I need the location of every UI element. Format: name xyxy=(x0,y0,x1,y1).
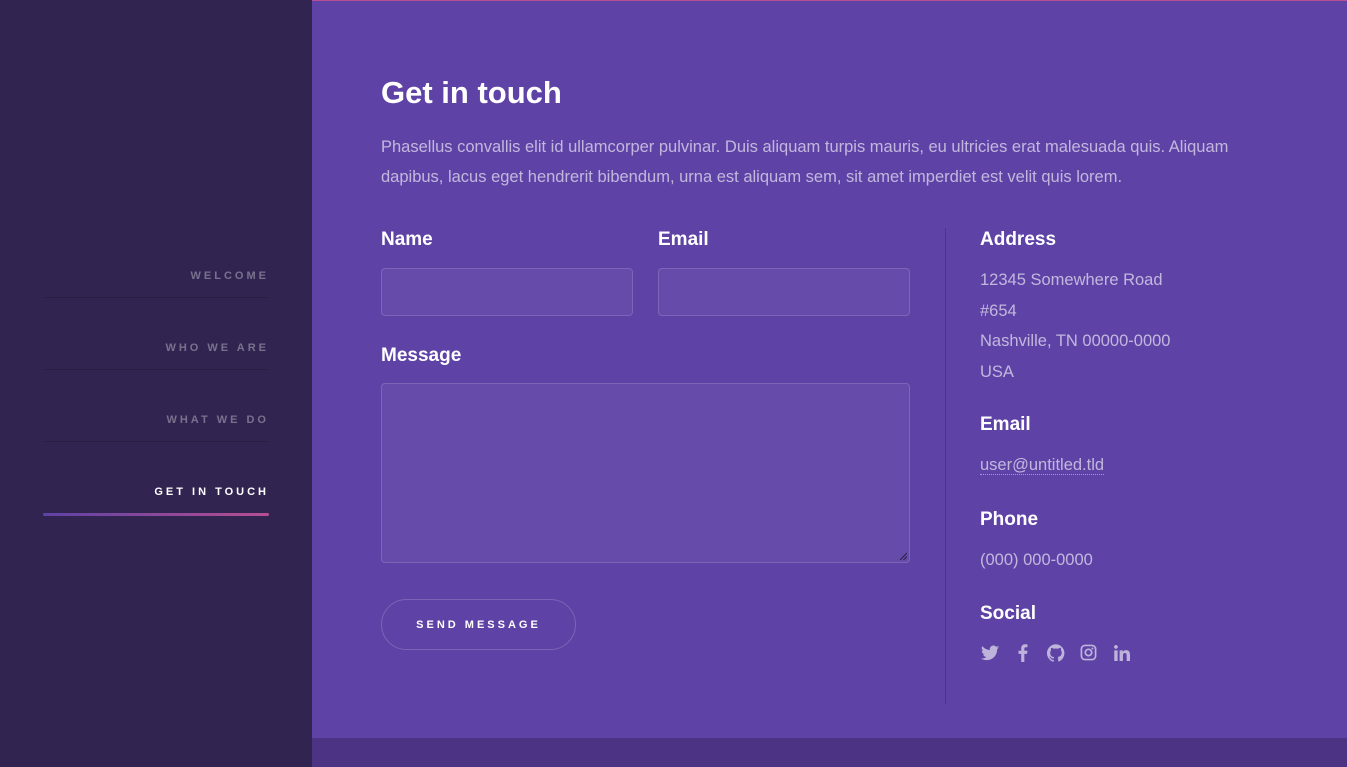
email-link[interactable]: user@untitled.tld xyxy=(980,456,1105,475)
address-line: USA xyxy=(980,362,1014,381)
nav-item-label[interactable]: Get in touch xyxy=(154,486,269,498)
resize-grip-icon[interactable] xyxy=(899,552,907,560)
footer xyxy=(312,738,1347,767)
nav-item-label[interactable]: What we do xyxy=(166,414,269,426)
instagram-icon[interactable] xyxy=(1079,643,1098,662)
address-line: #654 xyxy=(980,301,1017,320)
address-line: 12345 Somewhere Road xyxy=(980,271,1163,289)
twitter-icon[interactable] xyxy=(980,643,999,662)
nav-item-what-we-do[interactable]: What we do xyxy=(43,393,269,465)
nav-active-indicator xyxy=(43,513,269,516)
send-message-button[interactable]: Send Message xyxy=(381,599,576,650)
sidebar-nav: Welcome Who we are What we do Get in tou… xyxy=(43,249,269,537)
message-label: Message xyxy=(381,345,462,366)
message-textarea[interactable] xyxy=(381,383,910,563)
email-input[interactable] xyxy=(658,268,910,316)
email-info: user@untitled.tld xyxy=(980,450,1105,481)
nav-divider xyxy=(43,441,269,442)
email-heading: Email xyxy=(980,414,1031,435)
name-label: Name xyxy=(381,229,433,250)
phone-value: (000) 000-0000 xyxy=(980,551,1093,569)
contact-section: Get in touch Phasellus convallis elit id… xyxy=(312,0,1347,738)
nav-item-welcome[interactable]: Welcome xyxy=(43,249,269,321)
linkedin-icon[interactable] xyxy=(1112,643,1131,662)
nav-item-who-we-are[interactable]: Who we are xyxy=(43,321,269,393)
social-links xyxy=(980,643,1131,662)
phone-heading: Phone xyxy=(980,509,1039,530)
nav-divider xyxy=(43,297,269,298)
address-line: Nashville, TN 00000-0000 xyxy=(980,332,1171,350)
facebook-icon[interactable] xyxy=(1013,643,1032,662)
name-input[interactable] xyxy=(381,268,633,316)
sidebar: Welcome Who we are What we do Get in tou… xyxy=(0,0,312,767)
social-heading: Social xyxy=(980,603,1036,624)
github-icon[interactable] xyxy=(1046,643,1065,662)
nav-item-get-in-touch[interactable]: Get in touch xyxy=(43,465,269,537)
address-block: 12345 Somewhere Road #654 Nashville, TN … xyxy=(980,265,1170,387)
nav-item-label[interactable]: Who we are xyxy=(165,342,269,354)
nav-item-label[interactable]: Welcome xyxy=(191,270,269,282)
intro-text: Phasellus convallis elit id ullamcorper … xyxy=(381,138,1229,186)
column-divider xyxy=(945,228,946,704)
address-heading: Address xyxy=(980,229,1057,250)
page-title: Get in touch xyxy=(381,75,562,110)
nav-divider xyxy=(43,369,269,370)
email-label: Email xyxy=(658,229,709,250)
